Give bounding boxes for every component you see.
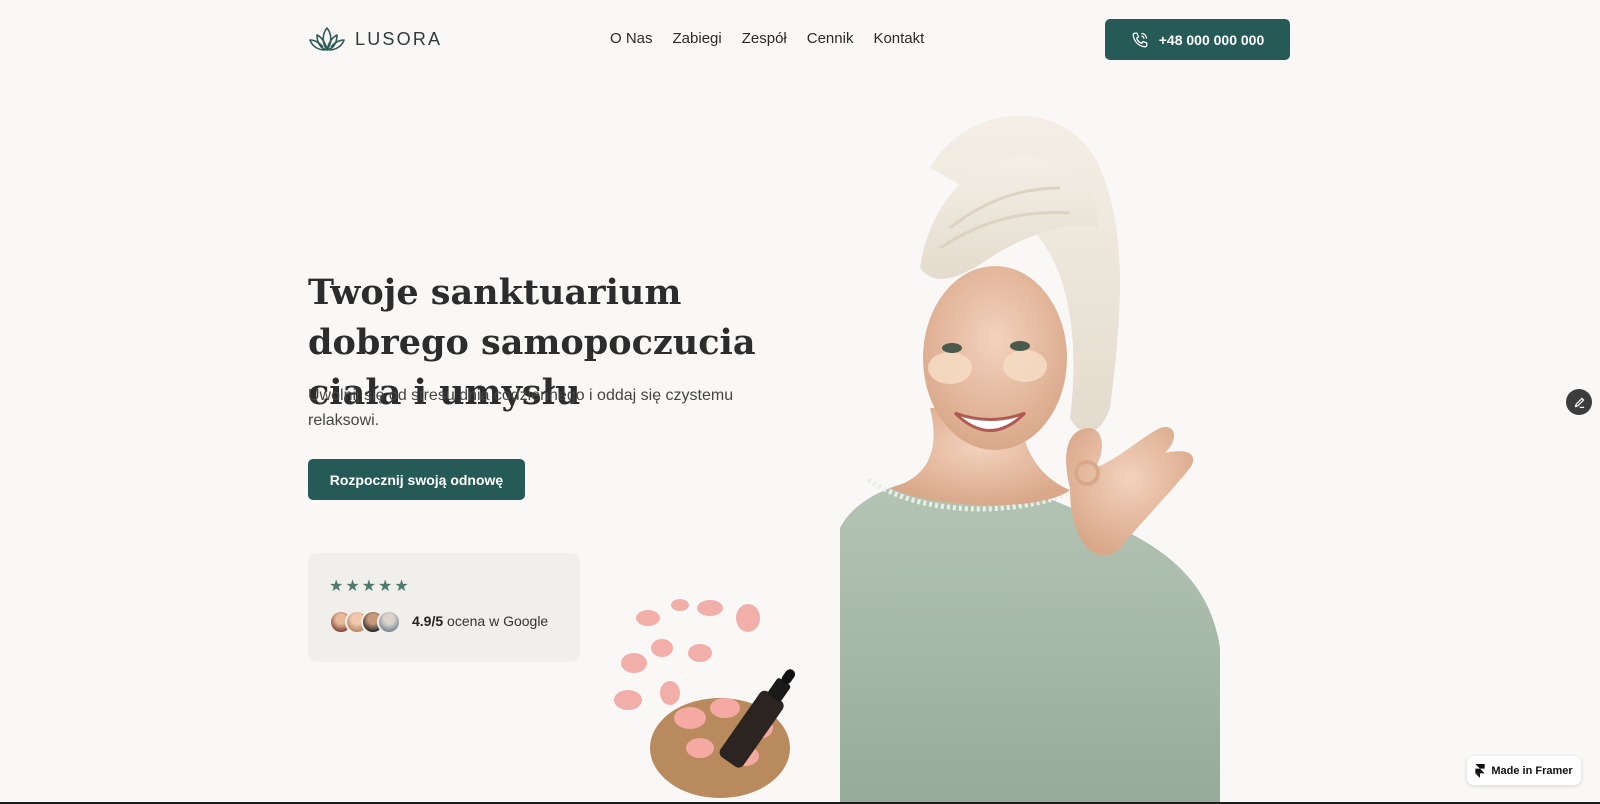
rating-summary: 4.9/5 ocena w Google [412,613,548,629]
star-icon: ★ [378,578,393,595]
cta-button[interactable]: Rozpocznij swoją odnowę [308,459,525,500]
made-in-framer-label: Made in Framer [1491,764,1573,777]
edit-pencil-icon [1574,397,1584,408]
lotus-logo-icon [309,27,345,51]
star-icon: ★ [394,578,409,595]
phone-button[interactable]: +48 000 000 000 [1105,19,1290,60]
nav-item-zabiegi[interactable]: Zabiegi [673,30,722,47]
star-icon: ★ [329,578,344,595]
nav-item-o-nas[interactable]: O Nas [610,30,653,47]
phone-icon [1132,32,1148,47]
rating-score: 4.9/5 [412,613,444,629]
hand [1066,427,1194,556]
rating-card: ★ ★ ★ ★ ★ 4.9/5 ocena w Google [308,553,580,662]
edit-button[interactable] [1566,389,1592,415]
main-nav: O Nas Zabiegi Zespół Cennik Kontakt [610,30,924,47]
avatar [377,610,401,634]
nav-item-kontakt[interactable]: Kontakt [873,30,924,47]
nav-item-cennik[interactable]: Cennik [807,30,854,47]
star-icon: ★ [361,578,377,595]
phone-button-label: +48 000 000 000 [1158,31,1265,48]
framer-icon [1475,763,1486,778]
logo-text: LUSORA [355,28,443,49]
logo[interactable]: LUSORA [309,25,442,53]
reviewer-avatars [329,610,401,634]
eye-patch-left [928,352,972,384]
sweater [840,476,1220,804]
nav-item-zespol[interactable]: Zespół [742,30,787,47]
hero-image [614,115,1220,804]
star-rating: ★ ★ ★ ★ ★ [329,579,409,595]
eye-patch-right [1003,350,1047,382]
made-in-framer-badge[interactable]: Made in Framer [1467,756,1581,785]
rating-label: ocena w Google [447,613,549,629]
star-icon: ★ [345,578,360,595]
rose-petals [614,599,760,710]
